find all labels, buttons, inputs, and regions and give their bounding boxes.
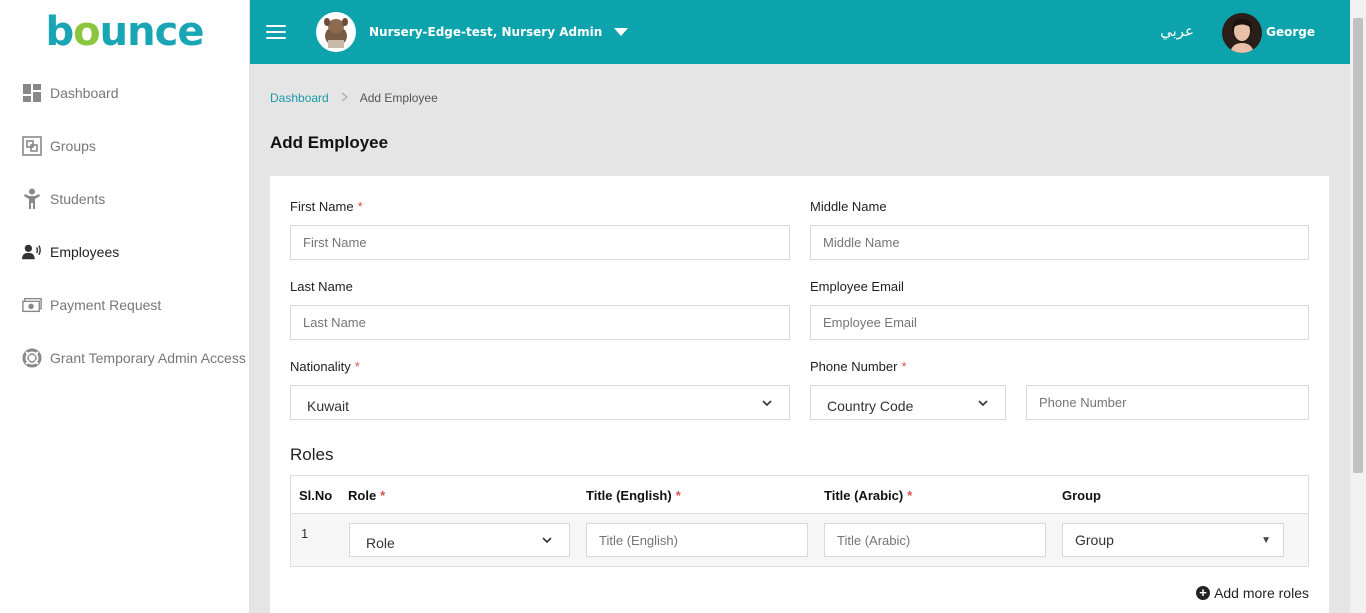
required-marker: * xyxy=(901,359,907,374)
logo-letter-o: o xyxy=(73,9,101,55)
caret-down-icon: ▼ xyxy=(1261,534,1271,546)
sidebar-item-label: Dashboard xyxy=(50,84,119,101)
sidebar-nav: Dashboard Groups Students Employees Paym… xyxy=(0,66,249,384)
role-select[interactable]: Role xyxy=(349,523,570,557)
required-marker: * xyxy=(380,488,386,503)
employees-icon xyxy=(22,242,42,262)
breadcrumb: Dashboard Add Employee xyxy=(270,91,438,105)
plus-circle-icon: + xyxy=(1196,586,1211,600)
required-marker: * xyxy=(675,488,681,503)
country-code-value: Country Code xyxy=(827,397,914,414)
lifebuoy-icon xyxy=(22,348,42,368)
sidebar-item-label: Groups xyxy=(50,137,96,154)
column-header-title-english: Title (English) * xyxy=(586,488,681,503)
employee-form-card: First Name* Middle Name Last Name Employ… xyxy=(270,176,1329,613)
sidebar-item-label: Students xyxy=(50,190,106,207)
logo-letter-b: b xyxy=(45,9,75,55)
first-name-input[interactable] xyxy=(290,225,790,260)
last-name-input[interactable] xyxy=(290,305,790,340)
row-number: 1 xyxy=(301,526,309,541)
column-header-title-arabic: Title (Arabic) * xyxy=(824,488,912,503)
breadcrumb-dashboard-link[interactable]: Dashboard xyxy=(270,91,329,105)
sidebar-item-grant-admin-access[interactable]: Grant Temporary Admin Access xyxy=(0,331,249,384)
avatar[interactable] xyxy=(1222,13,1262,53)
sidebar-item-students[interactable]: Students xyxy=(0,172,249,225)
chevron-down-icon[interactable] xyxy=(614,28,629,36)
group-value: Group xyxy=(1075,532,1114,548)
middle-name-label: Middle Name xyxy=(810,199,887,214)
scrollbar-thumb[interactable] xyxy=(1353,18,1363,473)
students-icon xyxy=(22,188,42,209)
sidebar-item-groups[interactable]: Groups xyxy=(0,119,249,172)
group-select[interactable]: Group ▼ xyxy=(1062,523,1284,557)
nationality-select[interactable]: Kuwait xyxy=(290,385,790,420)
dashboard-icon xyxy=(22,83,42,103)
chevron-down-icon xyxy=(541,534,553,546)
nationality-label-text: Nationality xyxy=(290,359,351,374)
sidebar: bounce Dashboard Groups Students Employe… xyxy=(0,0,250,613)
required-marker: * xyxy=(907,488,913,503)
column-header-title-english-text: Title (English) xyxy=(586,488,672,503)
sidebar-item-employees[interactable]: Employees xyxy=(0,225,249,278)
sidebar-item-label: Payment Request xyxy=(50,296,162,313)
column-header-sl-no: Sl.No xyxy=(299,488,333,503)
logo-letters-rest: unce xyxy=(99,9,205,55)
sidebar-item-label: Employees xyxy=(50,243,120,260)
nationality-label: Nationality * xyxy=(290,359,360,374)
phone-number-input[interactable] xyxy=(1026,385,1309,420)
first-name-label-text: First Name xyxy=(290,199,354,214)
last-name-label: Last Name xyxy=(290,279,353,294)
add-more-roles-label: Add more roles xyxy=(1214,585,1309,601)
page-scrollbar[interactable] xyxy=(1350,0,1366,613)
phone-number-label-text: Phone Number xyxy=(810,359,898,374)
required-marker: * xyxy=(357,199,363,214)
add-more-roles-button[interactable]: + Add more roles xyxy=(1196,585,1309,601)
table-row: 1 Role Group ▼ xyxy=(291,514,1308,566)
nationality-value: Kuwait xyxy=(307,397,350,414)
payment-icon xyxy=(22,295,42,315)
sidebar-item-label: Grant Temporary Admin Access xyxy=(50,349,246,366)
chevron-down-icon xyxy=(977,397,989,409)
menu-icon[interactable] xyxy=(266,25,286,39)
roles-table: Sl.No Role * Title (English) * Title (Arab… xyxy=(290,475,1309,567)
title-english-input[interactable] xyxy=(586,523,808,557)
page-title: Add Employee xyxy=(270,133,389,152)
phone-number-label: Phone Number * xyxy=(810,359,907,374)
column-header-role-text: Role xyxy=(348,488,377,503)
required-marker: * xyxy=(354,359,360,374)
sidebar-item-dashboard[interactable]: Dashboard xyxy=(0,66,249,119)
language-toggle[interactable]: عربي xyxy=(1160,22,1194,40)
org-avatar[interactable] xyxy=(316,12,356,52)
org-name[interactable]: Nursery-Edge-test, Nursery Admin xyxy=(369,25,602,39)
breadcrumb-current: Add Employee xyxy=(359,91,438,105)
chevron-down-icon xyxy=(761,397,773,409)
user-name[interactable]: George xyxy=(1266,25,1315,39)
country-code-select[interactable]: Country Code xyxy=(810,385,1006,420)
middle-name-input[interactable] xyxy=(810,225,1309,260)
column-header-group: Group xyxy=(1062,488,1101,503)
groups-icon xyxy=(22,135,42,156)
chevron-right-icon xyxy=(341,91,348,105)
title-arabic-input[interactable] xyxy=(824,523,1046,557)
column-header-role: Role * xyxy=(348,488,385,503)
role-value: Role xyxy=(366,535,395,551)
employee-email-input[interactable] xyxy=(810,305,1309,340)
sidebar-item-payment-request[interactable]: Payment Request xyxy=(0,278,249,331)
roles-heading: Roles xyxy=(290,445,334,464)
first-name-label: First Name * xyxy=(290,199,363,214)
roles-table-header: Sl.No Role * Title (English) * Title (Arab… xyxy=(291,476,1308,514)
bounce-logo[interactable]: bounce xyxy=(0,0,249,64)
column-header-title-arabic-text: Title (Arabic) xyxy=(824,488,904,503)
employee-email-label: Employee Email xyxy=(810,279,904,294)
top-header: Nursery-Edge-test, Nursery Admin عربي Ge… xyxy=(250,0,1350,64)
